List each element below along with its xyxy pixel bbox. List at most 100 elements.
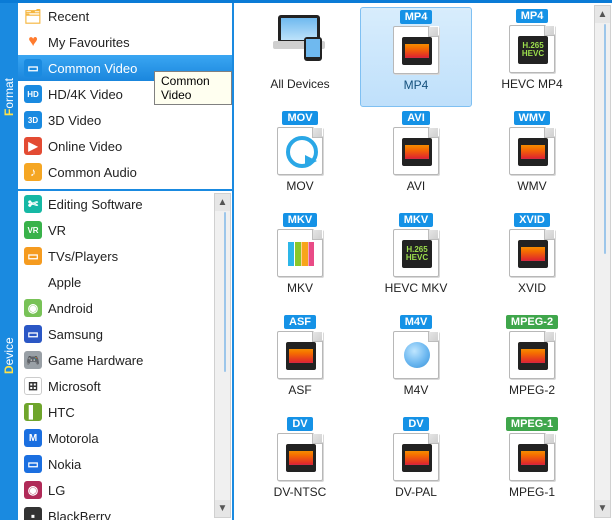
samsung-icon: ▭ <box>24 325 42 343</box>
motorola-icon: M <box>24 429 42 447</box>
format-badge: MOV <box>282 111 317 125</box>
device-item-blackberry[interactable]: ▪BlackBerry <box>18 503 214 520</box>
device-item-samsung[interactable]: ▭ Samsung <box>18 321 214 347</box>
format-item-label: 3D Video <box>48 113 101 128</box>
tile-thumb: MKV H.265 HEVC <box>388 213 444 279</box>
tile-thumb: MPEG-2 <box>504 315 560 381</box>
online-video-icon: ▶ <box>24 137 42 155</box>
format-badge: MP4 <box>516 9 549 23</box>
side-tabs: Format Device <box>0 3 18 520</box>
format-item-label: HD/4K Video <box>48 87 123 102</box>
tile-hevc-mkv[interactable]: MKV H.265 HEVC HEVC MKV <box>360 211 472 311</box>
format-badge: DV <box>403 417 428 431</box>
device-item-lg[interactable]: ◉ LG <box>18 477 214 503</box>
format-badge: AVI <box>402 111 430 125</box>
device-group: ✄Editing SoftwareVRVR▭TVs/PlayersApple◉A… <box>18 191 232 520</box>
format-item-3d-video[interactable]: 3D3D Video <box>18 107 232 133</box>
right-scrollbar[interactable]: ▲ ▼ <box>594 5 611 518</box>
side-tab-format[interactable]: Format <box>0 3 18 191</box>
format-item-my-favourites[interactable]: ♥My Favourites <box>18 29 232 55</box>
left-scrollbar[interactable]: ▲ ▼ <box>214 193 231 518</box>
microsoft-icon: ⊞ <box>24 377 42 395</box>
scroll-up-arrow-icon[interactable]: ▲ <box>595 6 610 23</box>
tile-xvid[interactable]: XVIDXVID <box>476 211 588 311</box>
tile-mpeg-1[interactable]: MPEG-1 MPEG-1 <box>476 415 588 515</box>
tooltip: Common Video <box>154 71 232 105</box>
device-item-vr[interactable]: VRVR <box>18 217 214 243</box>
device-item-label: Microsoft <box>48 379 101 394</box>
tile-m4v[interactable]: M4VM4V <box>360 313 472 413</box>
scroll-down-arrow-icon[interactable]: ▼ <box>595 500 610 517</box>
apple-icon <box>24 273 42 291</box>
file-icon: H.265 HEVC <box>393 229 439 277</box>
file-icon <box>393 331 439 379</box>
device-item-label: Android <box>48 301 93 316</box>
format-badge: MP4 <box>400 10 433 24</box>
device-item-nokia[interactable]: ▭Nokia <box>18 451 214 477</box>
format-badge: DV <box>287 417 312 431</box>
device-item-label: Samsung <box>48 327 103 342</box>
tile-dv-ntsc[interactable]: DVDV-NTSC <box>244 415 356 515</box>
tile-wmv[interactable]: WMVWMV <box>476 109 588 209</box>
editing-software-icon: ✄ <box>24 195 42 213</box>
tile-label: MPEG-1 <box>509 485 555 499</box>
device-item-htc[interactable]: ▌HTC <box>18 399 214 425</box>
side-tab-device[interactable]: Device <box>0 191 18 520</box>
scroll-up-arrow-icon[interactable]: ▲ <box>215 194 230 211</box>
tile-thumb: ASF <box>272 315 328 381</box>
tile-thumb: MPEG-1 <box>504 417 560 483</box>
file-icon <box>509 331 555 379</box>
tile-mkv[interactable]: MKVMKV <box>244 211 356 311</box>
format-badge: MKV <box>399 213 433 227</box>
device-item-label: Motorola <box>48 431 99 446</box>
device-item-editing-software[interactable]: ✄ Editing Software <box>18 191 214 217</box>
format-item-label: Online Video <box>48 139 122 154</box>
nokia-icon: ▭ <box>24 455 42 473</box>
file-icon <box>277 127 323 175</box>
left-panel: 🗂Recent♥My Favourites▭Common VideoHDHD/4… <box>18 3 234 520</box>
device-item-tvs-players[interactable]: ▭TVs/Players <box>18 243 214 269</box>
tile-hevc-mp4[interactable]: MP4H.265 HEVCHEVC MP4 <box>476 7 588 107</box>
tile-mpeg-2[interactable]: MPEG-2MPEG-2 <box>476 313 588 413</box>
format-item-recent[interactable]: 🗂Recent <box>18 3 232 29</box>
file-icon <box>277 331 323 379</box>
scroll-thumb[interactable] <box>604 24 606 254</box>
scroll-thumb[interactable] <box>224 212 226 372</box>
file-icon <box>277 433 323 481</box>
file-icon: H.265 HEVC <box>509 25 555 73</box>
format-item-label: Common Audio <box>48 165 137 180</box>
tile-mov[interactable]: MOVMOV <box>244 109 356 209</box>
device-item-microsoft[interactable]: ⊞ Microsoft <box>18 373 214 399</box>
format-item-common-audio[interactable]: ♪Common Audio <box>18 159 232 185</box>
recent-icon: 🗂 <box>24 7 42 25</box>
tile-label: MKV <box>287 281 313 295</box>
tile-mp4[interactable]: MP4 MP4 <box>360 7 472 107</box>
tile-label: DV-PAL <box>395 485 437 499</box>
device-item-label: Editing Software <box>48 197 143 212</box>
tile-all-devices[interactable]: All Devices <box>244 7 356 107</box>
device-item-android[interactable]: ◉Android <box>18 295 214 321</box>
format-badge: MPEG-1 <box>506 417 558 431</box>
device-item-label: TVs/Players <box>48 249 118 264</box>
device-item-game-hardware[interactable]: 🎮Game Hardware <box>18 347 214 373</box>
device-item-motorola[interactable]: M Motorola <box>18 425 214 451</box>
tile-thumb: DV <box>272 417 328 483</box>
tile-thumb: MOV <box>272 111 328 177</box>
tile-label: HEVC MKV <box>385 281 448 295</box>
tile-thumb: AVI <box>388 111 444 177</box>
lg-icon: ◉ <box>24 481 42 499</box>
device-item-apple[interactable]: Apple <box>18 269 214 295</box>
tile-label: WMV <box>517 179 546 193</box>
file-icon <box>509 127 555 175</box>
app-window: Format Device 🗂Recent♥My Favourites ▭ Comm… <box>0 0 612 520</box>
tile-avi[interactable]: AVIAVI <box>360 109 472 209</box>
tile-asf[interactable]: ASFASF <box>244 313 356 413</box>
file-icon <box>509 433 555 481</box>
device-item-label: LG <box>48 483 65 498</box>
tile-thumb: XVID <box>504 213 560 279</box>
tile-dv-pal[interactable]: DV DV-PAL <box>360 415 472 515</box>
device-item-label: Apple <box>48 275 81 290</box>
scroll-down-arrow-icon[interactable]: ▼ <box>215 500 230 517</box>
tile-label: MP4 <box>404 78 429 92</box>
format-item-online-video[interactable]: ▶ Online Video <box>18 133 232 159</box>
